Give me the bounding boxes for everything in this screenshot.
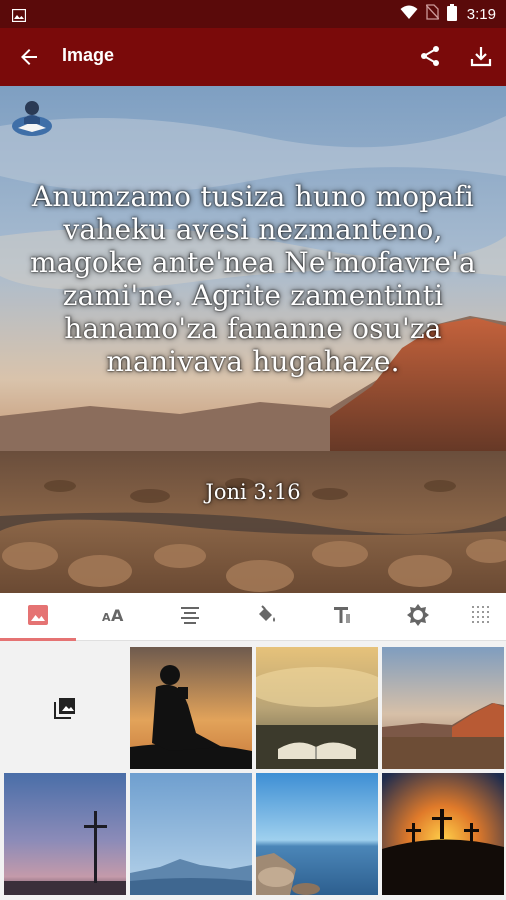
status-bar: 3:19 (0, 0, 506, 28)
verse-image-preview[interactable]: Anumzamo tusiza huno mopafi vaheku avesi… (0, 86, 506, 593)
svg-text:A: A (111, 606, 124, 625)
tab-font[interactable] (304, 593, 380, 641)
tab-brightness[interactable] (380, 593, 456, 641)
background-thumb-blue-mountains[interactable] (130, 773, 252, 895)
svg-text:A: A (102, 611, 111, 624)
background-thumb-three-crosses[interactable] (382, 773, 504, 895)
arrow-back-icon[interactable] (17, 45, 41, 69)
tab-alignment[interactable] (152, 593, 228, 641)
background-thumb-cross-dusk[interactable] (4, 773, 126, 895)
tab-texture[interactable] (456, 593, 506, 641)
image-icon (11, 7, 27, 26)
download-icon[interactable] (469, 44, 493, 68)
wifi-icon (400, 5, 418, 24)
tab-color[interactable] (228, 593, 304, 641)
background-thumb-desert-mountain[interactable] (382, 647, 504, 769)
photo-library-icon (53, 696, 77, 720)
verse-reference: Joni 3:16 (205, 480, 301, 504)
gallery-picker-button[interactable] (4, 647, 126, 769)
app-logo-icon (10, 96, 54, 140)
share-icon[interactable] (418, 44, 442, 68)
background-grid (0, 641, 506, 900)
texture-grid-icon (470, 604, 492, 630)
text-format-icon (331, 604, 353, 630)
paint-bucket-icon (255, 604, 277, 630)
text-size-icon: AA (102, 604, 126, 630)
verse-text: Anumzamo tusiza huno mopafi vaheku avesi… (30, 180, 476, 378)
align-center-icon (179, 604, 201, 630)
background-thumb-child-reading[interactable] (130, 647, 252, 769)
status-time: 3:19 (466, 5, 496, 23)
page-title: Image (62, 45, 115, 65)
background-thumb-rocky-lake[interactable] (256, 773, 378, 895)
app-bar: Image (0, 28, 506, 86)
background-thumb-open-bible[interactable] (256, 647, 378, 769)
image-icon (27, 604, 49, 630)
tab-background-image[interactable] (0, 593, 76, 641)
tab-font-size[interactable]: AA (76, 593, 152, 641)
battery-icon (446, 3, 457, 25)
brightness-icon (406, 603, 430, 631)
no-sim-icon (425, 4, 440, 24)
editor-toolbar: AA (0, 593, 506, 641)
